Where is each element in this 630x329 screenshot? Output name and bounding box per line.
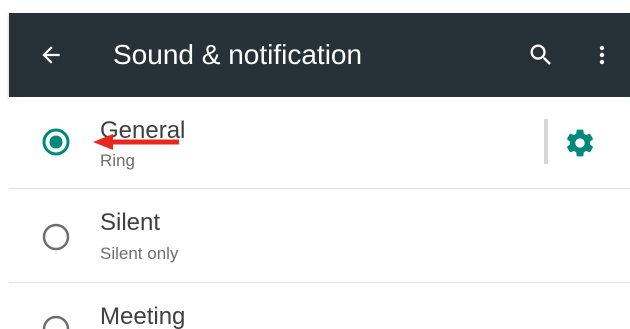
arrow-back-icon — [42, 46, 60, 64]
profile-item-meeting[interactable]: Meeting — [9, 283, 630, 329]
profile-label: Meeting — [100, 303, 186, 329]
radio-unselected-icon[interactable] — [41, 314, 71, 329]
radio-unselected-icon[interactable] — [41, 222, 71, 252]
back-button[interactable] — [31, 35, 71, 75]
search-button[interactable] — [521, 35, 561, 75]
more-vert-icon — [599, 45, 605, 65]
profile-subtitle: Silent only — [100, 244, 179, 263]
app-toolbar: Sound & notification — [9, 13, 630, 97]
profile-label: Silent — [100, 209, 161, 236]
vertical-divider — [544, 119, 548, 164]
profile-settings-button[interactable] — [560, 125, 600, 161]
profile-subtitle: Ring — [100, 151, 135, 170]
page-title: Sound & notification — [113, 39, 363, 70]
red-arrow-annotation — [93, 134, 179, 150]
gear-icon — [567, 129, 593, 157]
profile-item-silent[interactable]: Silent Silent only — [9, 189, 630, 282]
more-options-button[interactable] — [587, 35, 617, 75]
search-icon — [530, 44, 551, 65]
radio-selected-icon[interactable] — [41, 127, 71, 157]
